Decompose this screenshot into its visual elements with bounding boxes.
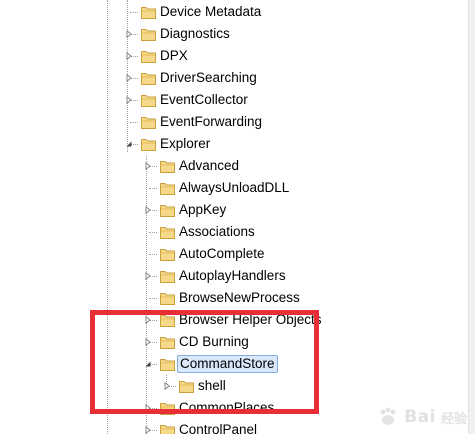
tree-node[interactable]: Browser Helper Objects xyxy=(0,309,468,331)
tree-connector xyxy=(130,12,138,13)
expand-arrow-icon[interactable] xyxy=(143,336,153,348)
folder-icon xyxy=(140,114,157,130)
tree-node-label[interactable]: DPX xyxy=(158,47,190,65)
tree-node[interactable]: AutoComplete xyxy=(0,243,468,265)
collapse-arrow-icon[interactable] xyxy=(143,358,153,370)
folder-icon xyxy=(140,4,157,20)
registry-tree-pane[interactable]: Device Metadata Diagnostics DPX DriverSearc… xyxy=(0,0,475,434)
paw-logo-icon xyxy=(380,407,396,425)
tree-node-label[interactable]: AutoplayHandlers xyxy=(177,267,288,285)
tree-node-label[interactable]: Advanced xyxy=(177,157,241,175)
tree-node-label[interactable]: EventCollector xyxy=(158,91,250,109)
tree-node-label[interactable]: Diagnostics xyxy=(158,25,232,43)
tree-node[interactable]: AlwaysUnloadDLL xyxy=(0,177,468,199)
tree-node-label[interactable]: EventForwarding xyxy=(158,113,264,131)
folder-icon xyxy=(159,224,176,240)
tree-node[interactable]: DriverSearching xyxy=(0,67,468,89)
tree-node[interactable]: Associations xyxy=(0,221,468,243)
tree-connector xyxy=(149,298,157,299)
tree-node[interactable]: AppKey xyxy=(0,199,468,221)
tree-node[interactable]: DPX xyxy=(0,45,468,67)
tree-node[interactable]: AutoplayHandlers xyxy=(0,265,468,287)
folder-icon xyxy=(159,158,176,174)
tree-node[interactable]: shell xyxy=(0,375,468,397)
folder-icon xyxy=(159,334,176,350)
folder-icon xyxy=(159,356,176,372)
folder-icon xyxy=(140,70,157,86)
tree-node[interactable]: Explorer xyxy=(0,133,468,155)
tree-node-label[interactable]: shell xyxy=(196,377,228,395)
folder-icon xyxy=(140,92,157,108)
watermark-brand: Bai xyxy=(404,407,436,427)
tree-node-label[interactable]: Device Metadata xyxy=(158,3,263,21)
expand-arrow-icon[interactable] xyxy=(124,28,134,40)
tree-node[interactable]: Advanced xyxy=(0,155,468,177)
tree-node[interactable]: EventForwarding xyxy=(0,111,468,133)
expand-arrow-icon[interactable] xyxy=(143,402,153,414)
folder-icon xyxy=(140,136,157,152)
tree-node[interactable]: EventCollector xyxy=(0,89,468,111)
tree-node[interactable]: Device Metadata xyxy=(0,1,468,23)
folder-icon xyxy=(140,26,157,42)
folder-icon xyxy=(178,378,195,394)
folder-icon xyxy=(159,246,176,262)
folder-icon xyxy=(159,180,176,196)
expand-arrow-icon[interactable] xyxy=(143,204,153,216)
tree-node[interactable]: CommandStore xyxy=(0,353,468,375)
expand-arrow-icon[interactable] xyxy=(124,72,134,84)
tree-node-label[interactable]: AlwaysUnloadDLL xyxy=(177,179,291,197)
folder-icon xyxy=(159,422,176,434)
tree-node[interactable]: BrowseNewProcess xyxy=(0,287,468,309)
tree-node[interactable]: Diagnostics xyxy=(0,23,468,45)
tree-connector xyxy=(149,188,157,189)
tree-connector xyxy=(149,232,157,233)
watermark: Bai 经验 xyxy=(377,406,467,428)
folder-icon xyxy=(159,268,176,284)
expand-arrow-icon[interactable] xyxy=(143,160,153,172)
expand-arrow-icon[interactable] xyxy=(143,314,153,326)
expand-arrow-icon[interactable] xyxy=(143,424,153,434)
tree-connector xyxy=(130,122,138,123)
expand-arrow-icon[interactable] xyxy=(124,94,134,106)
tree-node-label[interactable]: BrowseNewProcess xyxy=(177,289,302,307)
collapse-arrow-icon[interactable] xyxy=(124,138,134,150)
tree-node-label[interactable]: ControlPanel xyxy=(177,421,259,434)
folder-icon xyxy=(140,48,157,64)
tree-node-label[interactable]: Browser Helper Objects xyxy=(177,311,324,329)
folder-icon xyxy=(159,202,176,218)
tree-node-label[interactable]: AutoComplete xyxy=(177,245,267,263)
watermark-sub: 经验 xyxy=(440,411,467,427)
folder-icon xyxy=(159,312,176,328)
tree-node-label[interactable]: AppKey xyxy=(177,201,228,219)
tree-node-label[interactable]: CommonPlaces xyxy=(177,399,276,417)
vertical-scrollbar[interactable] xyxy=(468,0,475,434)
tree-connector xyxy=(149,254,157,255)
expand-arrow-icon[interactable] xyxy=(143,270,153,282)
tree-node-label[interactable]: DriverSearching xyxy=(158,69,259,87)
folder-icon xyxy=(159,290,176,306)
tree-node-label[interactable]: CommandStore xyxy=(177,355,278,373)
tree-node-label[interactable]: CD Burning xyxy=(177,333,251,351)
folder-icon xyxy=(159,400,176,416)
expand-arrow-icon[interactable] xyxy=(162,380,172,392)
tree-node[interactable]: CD Burning xyxy=(0,331,468,353)
tree-node-label[interactable]: Associations xyxy=(177,223,257,241)
expand-arrow-icon[interactable] xyxy=(124,50,134,62)
tree-node-label[interactable]: Explorer xyxy=(158,135,212,153)
